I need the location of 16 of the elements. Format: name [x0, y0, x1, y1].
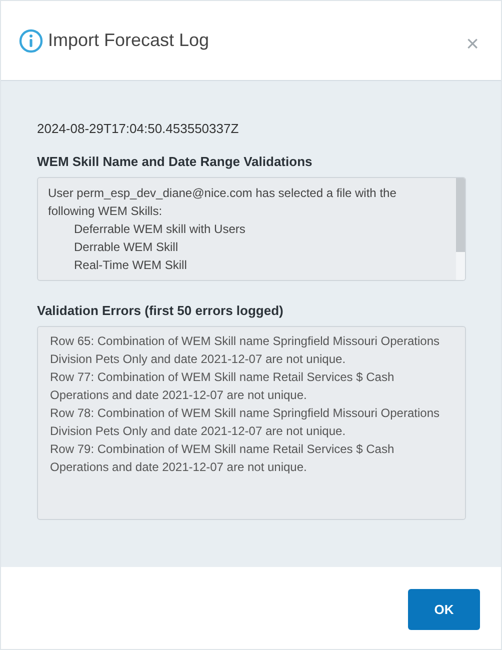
- section-heading: WEM Skill Name and Date Range Validations: [37, 154, 314, 169]
- skill-name: Real-Time WEM Skill: [73, 257, 188, 274]
- error-message: Row 77: Combination of WEM Skill name Retail Services $ Cash Operations and date 2021-12-07 are not unique.: [50, 369, 396, 404]
- dialog-title: Import Forecast Log: [48, 30, 210, 51]
- scrollbar-thumb[interactable]: [456, 178, 465, 252]
- log-text: User perm_esp_dev_diane@nice.com has selected a file with the following WEM Skills:: [48, 185, 398, 220]
- info-icon: [19, 28, 43, 52]
- scrollbar[interactable]: [456, 178, 465, 280]
- error-message: Row 79: Combination of WEM Skill name Retail Services $ Cash Operations and date 2021-12-07 are not unique.: [50, 441, 396, 476]
- skill-name: Derrable WEM Skill: [73, 239, 180, 256]
- error-message: Row 78: Combination of WEM Skill name Springfield Missouri Operations Division Pets Only and date 2021-12-07 are not unique.: [50, 405, 440, 440]
- ok-button[interactable]: OK: [408, 588, 480, 630]
- section-heading: Validation Errors (first 50 errors logged): [37, 303, 284, 318]
- timestamp: 2024-08-29T17:04:50.453550337Z: [37, 121, 240, 136]
- error-message: Row 65: Combination of WEM Skill name Springfield Missouri Operations Division Pets Only and date 2021-12-07 are not unique.: [50, 333, 440, 368]
- skill-name: Deferrable WEM skill with Users: [73, 221, 246, 238]
